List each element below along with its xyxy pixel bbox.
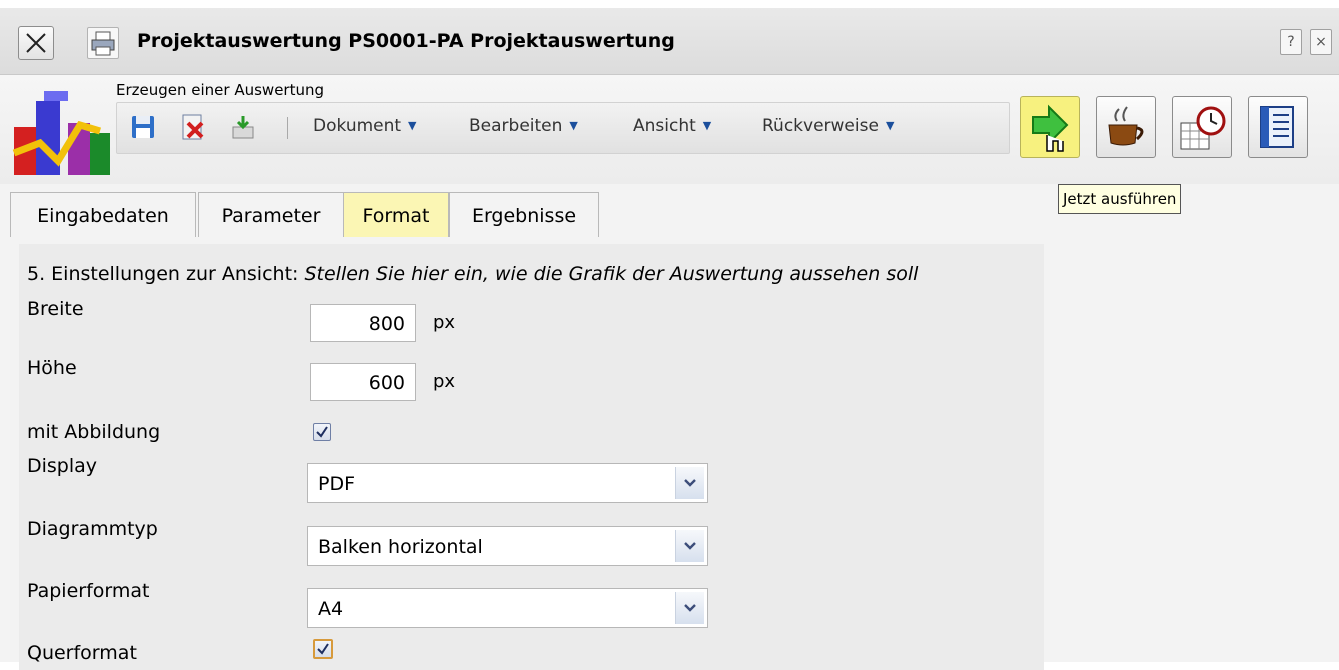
tab-format-label: Format: [362, 205, 430, 227]
querformat-checkbox[interactable]: [313, 639, 333, 659]
tab-parameter[interactable]: Parameter: [198, 192, 344, 237]
section-heading: 5. Einstellungen zur Ansicht: Stellen Si…: [27, 263, 918, 285]
coffee-cup-icon: [1108, 106, 1144, 146]
menu-dokument-label: Dokument: [313, 116, 402, 136]
display-select[interactable]: PDF: [307, 463, 708, 503]
window-title: Projektauswertung PS0001-PA Projektauswe…: [137, 30, 675, 52]
toolbar-subtitle: Erzeugen einer Auswertung: [116, 81, 325, 99]
section-heading-prefix: 5. Einstellungen zur Ansicht:: [27, 263, 305, 285]
report-window: Projektauswertung PS0001-PA Projektauswe…: [0, 8, 1339, 670]
diagrammtyp-label: Diagrammtyp: [27, 518, 158, 540]
run-now-button[interactable]: [1020, 96, 1080, 158]
schedule-button[interactable]: [1172, 96, 1232, 158]
close-window-icon: ×: [1315, 34, 1327, 50]
menu-bearbeiten[interactable]: Bearbeiten ▼: [469, 116, 578, 136]
papierformat-select-value: A4: [318, 598, 344, 620]
chevron-down-icon[interactable]: [675, 530, 704, 562]
chevron-down-icon: ▼: [408, 119, 417, 132]
title-bar: Projektauswertung PS0001-PA Projektauswe…: [0, 8, 1339, 75]
papierformat-label: Papierformat: [27, 580, 150, 602]
export-icon[interactable]: [229, 113, 257, 141]
diagrammtyp-select-value: Balken horizontal: [318, 536, 483, 558]
hoehe-unit: px: [433, 371, 456, 392]
tab-eingabedaten[interactable]: Eingabedaten: [10, 192, 196, 237]
menu-ansicht[interactable]: Ansicht ▼: [633, 116, 711, 136]
calendar-clock-icon: [1180, 106, 1226, 150]
printer-icon: [91, 31, 115, 56]
menu-ansicht-label: Ansicht: [633, 116, 696, 136]
hoehe-input[interactable]: 600: [310, 363, 416, 401]
display-label: Display: [27, 455, 98, 477]
tab-ergebnisse-label: Ergebnisse: [471, 205, 577, 227]
querformat-label: Querformat: [27, 642, 137, 664]
papierformat-select[interactable]: A4: [307, 588, 708, 628]
breite-input[interactable]: 800: [310, 304, 416, 342]
menu-bearbeiten-label: Bearbeiten: [469, 116, 563, 136]
toolbar-area: Erzeugen einer Auswertung Dokument ▼ Bear…: [0, 75, 1339, 184]
report-chart-logo: [12, 91, 110, 175]
close-dialog-button[interactable]: [18, 26, 54, 60]
breite-label: Breite: [27, 298, 84, 320]
tab-parameter-label: Parameter: [221, 205, 321, 227]
settings-sheet-icon: [1260, 106, 1294, 148]
tab-format[interactable]: Format: [343, 192, 449, 237]
checkmark-icon: [317, 643, 329, 655]
chevron-down-icon: ▼: [569, 119, 578, 132]
menu-rueckverweise-label: Rückverweise: [762, 116, 879, 136]
help-icon: ?: [1287, 34, 1295, 50]
settings-sheet-button[interactable]: [1248, 96, 1308, 158]
breite-unit: px: [433, 312, 456, 333]
menu-dokument[interactable]: Dokument ▼: [313, 116, 417, 136]
print-button[interactable]: [87, 27, 119, 59]
mit-abbildung-label: mit Abbildung: [27, 421, 161, 443]
menu-rueckverweise[interactable]: Rückverweise ▼: [762, 116, 894, 136]
display-select-value: PDF: [318, 473, 356, 495]
close-icon: [26, 33, 46, 53]
chevron-down-icon[interactable]: [675, 467, 704, 499]
hoehe-label: Höhe: [27, 357, 77, 379]
tab-ergebnisse[interactable]: Ergebnisse: [449, 192, 599, 237]
delete-icon[interactable]: [179, 113, 207, 141]
chevron-down-icon: ▼: [702, 119, 712, 132]
help-button[interactable]: ?: [1280, 29, 1302, 55]
run-arrow-icon: [1032, 104, 1069, 152]
menu-bar: Dokument ▼ Bearbeiten ▼ Ansicht ▼ Rückverwe…: [116, 102, 1010, 154]
tooltip-run-now: Jetzt ausführen: [1058, 184, 1182, 214]
tab-eingabedaten-label: Eingabedaten: [37, 205, 169, 227]
diagrammtyp-select[interactable]: Balken horizontal: [307, 526, 708, 566]
save-icon[interactable]: [129, 113, 157, 141]
pause-break-button[interactable]: [1096, 96, 1156, 158]
section-heading-hint: Stellen Sie hier ein, wie die Grafik der…: [304, 263, 919, 285]
window-close-button[interactable]: ×: [1310, 29, 1332, 55]
mit-abbildung-checkbox[interactable]: [313, 423, 331, 441]
chevron-down-icon[interactable]: [675, 592, 704, 624]
toolbar-separator: [287, 117, 288, 139]
chevron-down-icon: ▼: [885, 119, 895, 132]
checkmark-icon: [316, 426, 328, 438]
